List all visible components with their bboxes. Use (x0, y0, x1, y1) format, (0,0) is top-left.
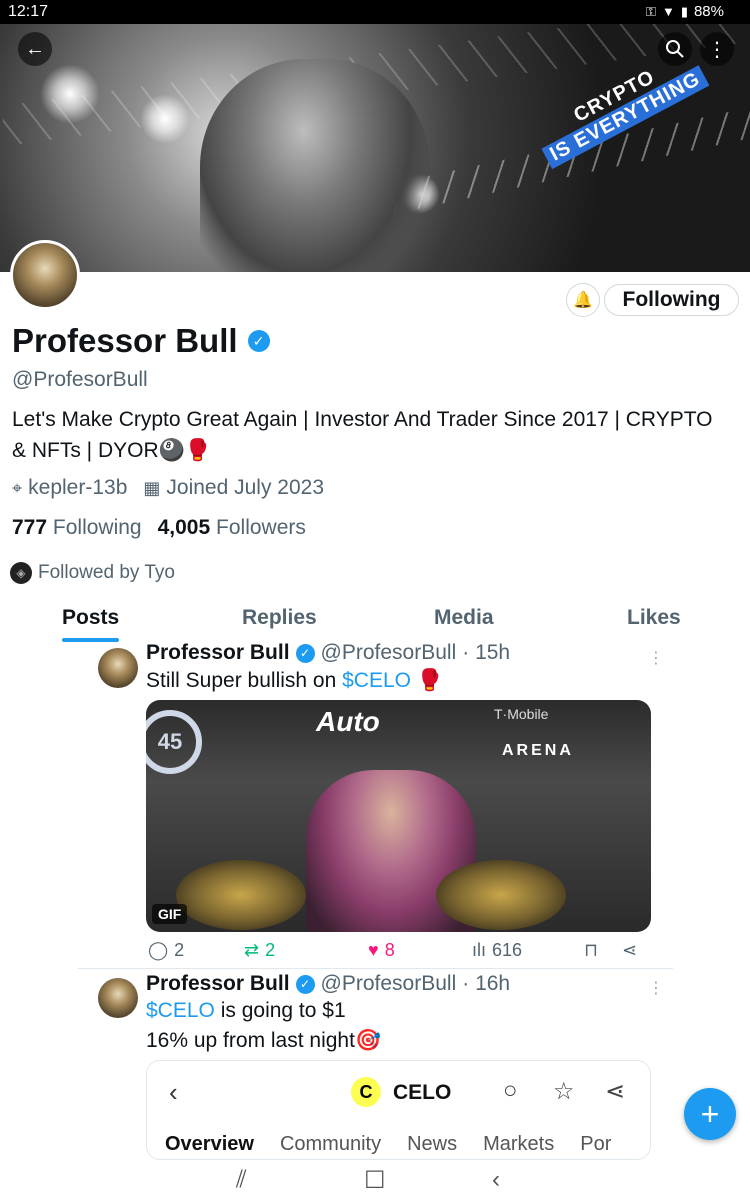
follower-avatar: ◈ (10, 562, 32, 584)
notifications-button[interactable]: 🔔 (566, 283, 600, 317)
views-button[interactable]: ılı 616 (472, 940, 522, 961)
media-sign: Auto (316, 706, 380, 737)
post-text: Still Super bullish on $CELO 🥊 (146, 669, 443, 692)
wifi-icon: ▼ (661, 4, 675, 19)
media-belt (436, 860, 566, 930)
repost-button[interactable]: ⇄ 2 (244, 940, 275, 961)
reply-icon: ◯ (148, 940, 169, 960)
media-badge: 45 (146, 710, 202, 774)
followed-by-text: Followed by Tyo (38, 562, 175, 583)
celo-logo: C (351, 1077, 381, 1107)
media-belt (176, 860, 306, 930)
profile-joined: Joined July 2023 (166, 476, 325, 499)
post-author-name[interactable]: Professor Bull (146, 972, 290, 996)
tab-media[interactable]: Media (434, 606, 494, 630)
system-nav-bar: ⫽ ☐ ‹ (0, 1160, 750, 1200)
location-pin-icon: ⌖ (12, 478, 23, 498)
search-button[interactable] (658, 32, 692, 66)
calendar-icon: ▦ (143, 478, 161, 498)
card-tab-row: Overview Community News Markets Por (165, 1133, 612, 1155)
profile-bio: Let's Make Crypto Great Again | Investor… (12, 408, 713, 462)
compose-button[interactable]: + (684, 1088, 736, 1140)
post-actions: ◯ 2 ⇄ 2 ♥ 8 ılı 616 ⊓ ⋖ (146, 940, 646, 964)
more-vertical-icon: ⋮ (707, 38, 727, 61)
verified-badge-icon: ✓ (295, 643, 315, 663)
bookmark-button[interactable]: ⊓ (584, 940, 598, 961)
more-options-button[interactable]: ⋮ (700, 32, 734, 66)
profile-location: kepler-13b (28, 476, 128, 499)
recent-apps-icon[interactable]: ⫽ (236, 1166, 247, 1194)
chevron-left-icon: ‹ (169, 1077, 178, 1107)
profile-tabs: Posts Replies Media Likes (0, 600, 750, 642)
tab-posts[interactable]: Posts (62, 606, 120, 642)
views-icon: ılı (472, 940, 487, 960)
share-icon: ⋖ (622, 940, 638, 960)
stage-light (40, 64, 100, 124)
bell-plus-icon: 🔔 (573, 292, 593, 309)
plus-icon: + (700, 1095, 720, 1132)
post-time: · 16h (462, 972, 511, 995)
post-more-icon[interactable]: ⋮ (648, 978, 664, 998)
battery-level: 88% (693, 3, 724, 20)
media-sign-arena: ARENA (502, 742, 574, 759)
post-author-name[interactable]: Professor Bull (146, 641, 290, 665)
following-stat[interactable]: 777 Following (12, 516, 142, 540)
battery-icon: ▮ (680, 3, 688, 19)
post-author-handle: @ProfesorBull (320, 641, 457, 664)
post-header: Professor Bull ✓ @ProfesorBull · 15h (146, 641, 510, 665)
post-media-screenshot[interactable]: ‹ C CELO ○ ☆ ⋖ Overview Community News M… (146, 1060, 651, 1160)
gif-label: GIF (152, 904, 188, 924)
share-icon: ⋖ (605, 1078, 626, 1105)
heart-icon: ♥ (368, 940, 379, 960)
post-divider (78, 968, 673, 969)
reply-button[interactable]: ◯ 2 (148, 940, 184, 961)
profile-stats: 777 Following 4,005 Followers (12, 516, 306, 540)
following-button[interactable]: Following (604, 284, 739, 316)
profile-avatar[interactable] (10, 240, 80, 310)
search-icon (666, 40, 684, 58)
post-time: · 15h (462, 641, 511, 664)
share-button[interactable]: ⋖ (622, 940, 637, 961)
status-time: 12:17 (8, 3, 49, 20)
post-more-icon[interactable]: ⋮ (648, 648, 664, 668)
tab-replies[interactable]: Replies (242, 606, 317, 630)
profile-meta: ⌖ kepler-13b ▦ Joined July 2023 (12, 476, 324, 500)
home-icon[interactable]: ☐ (364, 1166, 386, 1195)
stage-light (140, 94, 190, 144)
status-bar: 12:17 ⚿ ▼ ▮ 88% (0, 0, 750, 24)
post-media-gif[interactable]: 45 Auto T·Mobile ARENA GIF (146, 700, 651, 932)
profile-handle: @ProfesorBull (12, 368, 148, 391)
star-icon: ☆ (553, 1078, 575, 1105)
followers-stat[interactable]: 4,005 Followers (158, 516, 306, 540)
cashtag-link[interactable]: $CELO (146, 999, 215, 1022)
post-text: $CELO is going to $1 16% up from last ni… (146, 999, 382, 1052)
media-sign-sponsor: T·Mobile (494, 706, 549, 722)
followed-by[interactable]: ◈ Followed by Tyo (10, 562, 175, 584)
bookmark-icon: ⊓ (584, 940, 599, 960)
post-author-handle: @ProfesorBull (320, 972, 457, 995)
cashtag-link[interactable]: $CELO (342, 669, 411, 692)
back-nav-icon[interactable]: ‹ (492, 1166, 500, 1194)
profile-name-row: Professor Bull ✓ (12, 322, 270, 360)
verified-badge-icon[interactable]: ✓ (247, 330, 270, 352)
post-avatar[interactable] (98, 648, 138, 688)
vpn-key-icon: ⚿ (646, 3, 656, 19)
post-header: Professor Bull ✓ @ProfesorBull · 16h (146, 972, 510, 996)
profile-banner: CRYPTO IS EVERYTHING (0, 24, 750, 272)
card-title: CELO (393, 1081, 452, 1104)
verified-badge-icon: ✓ (295, 974, 315, 994)
banner-fighter-image (200, 59, 430, 272)
post-avatar[interactable] (98, 978, 138, 1018)
search-icon: ○ (503, 1077, 518, 1104)
repost-icon: ⇄ (244, 940, 260, 960)
back-button[interactable]: ← (18, 32, 52, 66)
like-button[interactable]: ♥ 8 (368, 940, 395, 961)
tab-likes[interactable]: Likes (627, 606, 681, 630)
arrow-left-icon: ← (25, 37, 45, 60)
profile-name: Professor Bull (12, 322, 238, 359)
